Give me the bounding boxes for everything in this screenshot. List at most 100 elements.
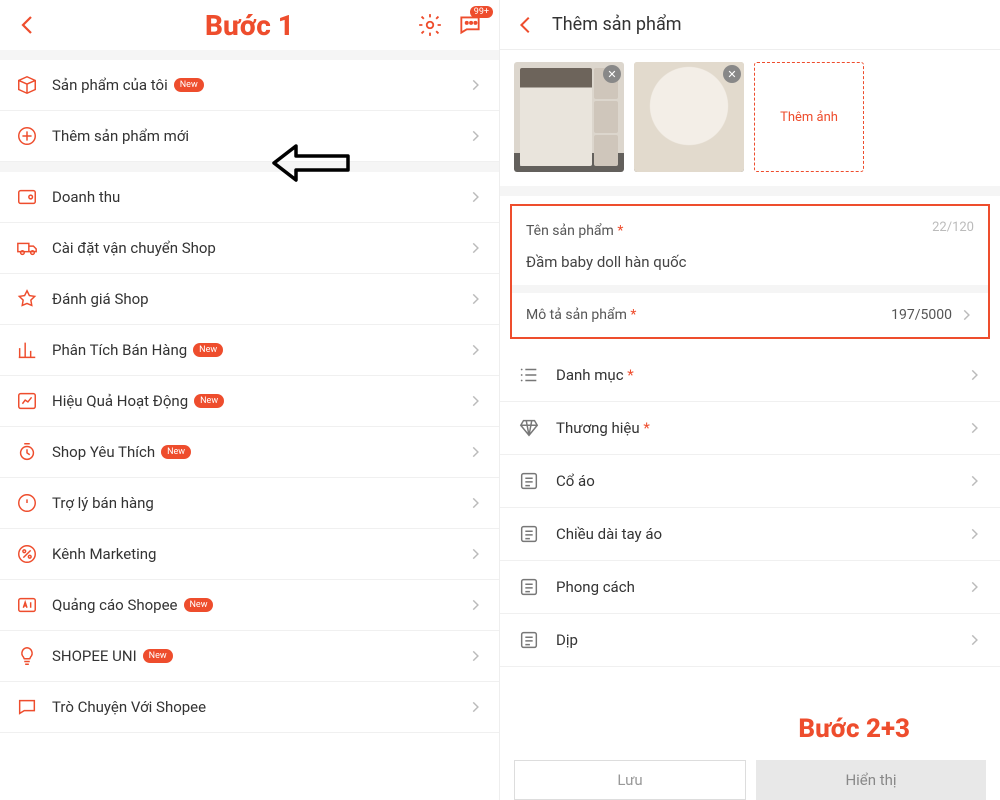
add-photo-button[interactable]: Thêm ảnh bbox=[754, 62, 864, 172]
desc-counter: 197/5000 bbox=[891, 307, 952, 323]
menu-item-percent[interactable]: Kênh Marketing bbox=[0, 529, 499, 580]
show-button[interactable]: Hiển thị bbox=[756, 760, 986, 800]
step1-label: Bước 1 bbox=[205, 9, 294, 42]
chart-icon bbox=[16, 339, 38, 361]
back-icon[interactable] bbox=[16, 13, 40, 37]
menu-item-label: SHOPEE UNI bbox=[52, 647, 137, 665]
menu-item-ad[interactable]: Quảng cáo Shopee New bbox=[0, 580, 499, 631]
step1-panel: Bước 1 99+ Sản phẩm của tôi New Thêm sản… bbox=[0, 0, 500, 800]
menu-item-label: Kênh Marketing bbox=[52, 545, 156, 563]
menu-item-label: Quảng cáo Shopee bbox=[52, 596, 178, 614]
desc-label: Mô tả sản phẩm bbox=[526, 307, 627, 323]
chevron-right-icon bbox=[966, 579, 982, 595]
attribute-label: Phong cách bbox=[556, 578, 635, 596]
chevron-right-icon bbox=[966, 367, 982, 383]
menu-item-label: Doanh thu bbox=[52, 188, 120, 206]
new-badge: New bbox=[193, 343, 223, 357]
menu-item-label: Cài đặt vận chuyển Shop bbox=[52, 239, 216, 257]
gear-icon[interactable] bbox=[417, 12, 443, 38]
menu-item-trend[interactable]: Hiệu Quả Hoạt Động New bbox=[0, 376, 499, 427]
product-name-input[interactable]: Đầm baby doll hàn quốc bbox=[526, 253, 974, 271]
chevron-right-icon bbox=[958, 307, 974, 323]
back-icon[interactable] bbox=[514, 13, 538, 37]
menu-item-label: Shop Yêu Thích bbox=[52, 443, 155, 461]
menu-item-chat2[interactable]: Trò Chuyện Với Shopee bbox=[0, 682, 499, 733]
percent-icon bbox=[16, 543, 38, 565]
menu-item-timer[interactable]: Shop Yêu Thích New bbox=[0, 427, 499, 478]
trend-icon bbox=[16, 390, 38, 412]
attribute-row[interactable]: Dịp bbox=[500, 614, 1000, 667]
chevron-right-icon bbox=[467, 495, 483, 511]
menu-item-box[interactable]: Sản phẩm của tôi New bbox=[0, 60, 499, 111]
close-icon[interactable]: ✕ bbox=[723, 65, 741, 83]
chevron-right-icon bbox=[467, 240, 483, 256]
truck-icon bbox=[16, 237, 38, 259]
attribute-label: Cổ áo bbox=[556, 472, 595, 490]
chevron-right-icon bbox=[966, 632, 982, 648]
image-strip: ✕ Ảnh bìa ✕ 0:20 Thêm ảnh bbox=[500, 50, 1000, 186]
save-button[interactable]: Lưu bbox=[514, 760, 746, 800]
product-info-highlighted-box: Tên sản phẩm * 22/120 Đầm baby doll hàn … bbox=[510, 204, 990, 339]
chevron-right-icon bbox=[467, 291, 483, 307]
chevron-right-icon bbox=[467, 699, 483, 715]
chevron-right-icon bbox=[966, 420, 982, 436]
attribute-row[interactable]: Chiều dài tay áo bbox=[500, 508, 1000, 561]
chevron-right-icon bbox=[467, 342, 483, 358]
step23-panel: Thêm sản phẩm ✕ Ảnh bìa ✕ 0:20 Thêm ảnh … bbox=[500, 0, 1000, 800]
attribute-row[interactable]: Thương hiệu * bbox=[500, 402, 1000, 455]
menu-item-bulb[interactable]: SHOPEE UNI New bbox=[0, 631, 499, 682]
box-icon bbox=[16, 74, 38, 96]
chevron-right-icon bbox=[467, 189, 483, 205]
list-icon bbox=[518, 364, 540, 386]
step23-label: Bước 2+3 bbox=[798, 714, 910, 744]
star-icon bbox=[16, 288, 38, 310]
new-badge: New bbox=[184, 598, 214, 612]
product-cover-thumbnail[interactable]: ✕ Ảnh bìa bbox=[514, 62, 624, 172]
menu-item-plus-circle[interactable]: Thêm sản phẩm mới bbox=[0, 111, 499, 162]
page-title: Thêm sản phẩm bbox=[552, 14, 682, 35]
attribute-row[interactable]: Cổ áo bbox=[500, 455, 1000, 508]
menu-item-wallet[interactable]: Doanh thu bbox=[0, 172, 499, 223]
diamond-icon bbox=[518, 417, 540, 439]
timer-icon bbox=[16, 441, 38, 463]
name-label: Tên sản phẩm bbox=[526, 223, 614, 239]
chevron-right-icon bbox=[467, 597, 483, 613]
chevron-right-icon bbox=[467, 128, 483, 144]
menu-item-label: Hiệu Quả Hoạt Động bbox=[52, 392, 188, 410]
chat-badge: 99+ bbox=[470, 6, 493, 18]
attribute-row[interactable]: Danh mục * bbox=[500, 349, 1000, 402]
menu-item-label: Đánh giá Shop bbox=[52, 290, 149, 308]
note-icon bbox=[518, 629, 540, 651]
attribute-row[interactable]: Phong cách bbox=[500, 561, 1000, 614]
menu-item-chart[interactable]: Phân Tích Bán Hàng New bbox=[0, 325, 499, 376]
menu-item-label: Phân Tích Bán Hàng bbox=[52, 341, 187, 359]
attribute-label: Danh mục bbox=[556, 366, 624, 384]
chevron-right-icon bbox=[467, 648, 483, 664]
chat2-icon bbox=[16, 696, 38, 718]
product-video-thumbnail[interactable]: ✕ 0:20 bbox=[634, 62, 744, 172]
ad-icon bbox=[16, 594, 38, 616]
product-description-row[interactable]: Mô tả sản phẩm * 197/5000 bbox=[512, 293, 988, 337]
close-icon[interactable]: ✕ bbox=[603, 65, 621, 83]
plus-circle-icon bbox=[16, 125, 38, 147]
attribute-label: Thương hiệu bbox=[556, 419, 640, 437]
menu-item-truck[interactable]: Cài đặt vận chuyển Shop bbox=[0, 223, 499, 274]
note-icon bbox=[518, 523, 540, 545]
chevron-right-icon bbox=[467, 546, 483, 562]
left-header: Bước 1 99+ bbox=[0, 0, 499, 50]
wallet-icon bbox=[16, 186, 38, 208]
menu-item-assistant[interactable]: Trợ lý bán hàng bbox=[0, 478, 499, 529]
menu-item-label: Sản phẩm của tôi bbox=[52, 76, 168, 94]
new-badge: New bbox=[143, 649, 173, 663]
bulb-icon bbox=[16, 645, 38, 667]
new-badge: New bbox=[194, 394, 224, 408]
attribute-label: Dịp bbox=[556, 631, 578, 649]
new-badge: New bbox=[161, 445, 191, 459]
menu-item-label: Thêm sản phẩm mới bbox=[52, 127, 189, 145]
chevron-right-icon bbox=[467, 77, 483, 93]
attribute-label: Chiều dài tay áo bbox=[556, 525, 662, 543]
chat-icon[interactable]: 99+ bbox=[457, 12, 483, 38]
menu-item-star[interactable]: Đánh giá Shop bbox=[0, 274, 499, 325]
menu-item-label: Trợ lý bán hàng bbox=[52, 494, 154, 512]
bottom-buttons: Lưu Hiển thị bbox=[500, 754, 1000, 800]
